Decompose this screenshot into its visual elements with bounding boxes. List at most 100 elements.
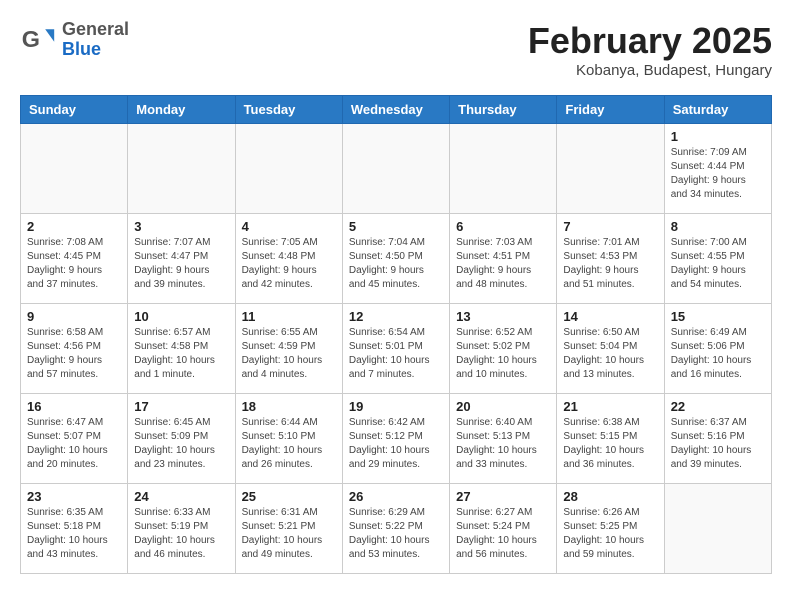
day-number: 23: [27, 489, 121, 504]
day-number: 10: [134, 309, 228, 324]
weekday-header: Saturday: [664, 96, 771, 124]
calendar-day-cell: 21 Sunrise: 6:38 AM Sunset: 5:15 PM Dayli…: [557, 394, 664, 484]
calendar-day-cell: 4 Sunrise: 7:05 AM Sunset: 4:48 PM Daylig…: [235, 214, 342, 304]
calendar-day-cell: 24 Sunrise: 6:33 AM Sunset: 5:19 PM Dayli…: [128, 484, 235, 574]
weekday-header: Thursday: [450, 96, 557, 124]
day-number: 17: [134, 399, 228, 414]
day-info: Sunrise: 6:29 AM Sunset: 5:22 PM Dayligh…: [349, 506, 443, 562]
day-number: 2: [27, 219, 121, 234]
calendar-day-cell: [342, 124, 449, 214]
day-number: 15: [671, 309, 765, 324]
calendar-day-cell: 15 Sunrise: 6:49 AM Sunset: 5:06 PM Dayli…: [664, 304, 771, 394]
day-info: Sunrise: 7:01 AM Sunset: 4:53 PM Dayligh…: [563, 236, 657, 292]
calendar-day-cell: 16 Sunrise: 6:47 AM Sunset: 5:07 PM Dayli…: [21, 394, 128, 484]
day-number: 14: [563, 309, 657, 324]
day-info: Sunrise: 6:42 AM Sunset: 5:12 PM Dayligh…: [349, 416, 443, 472]
calendar-day-cell: 7Sunrise: 7:01 AM Sunset: 4:53 PM Daylig…: [557, 214, 664, 304]
day-info: Sunrise: 6:50 AM Sunset: 5:04 PM Dayligh…: [563, 326, 657, 382]
calendar-day-cell: 14 Sunrise: 6:50 AM Sunset: 5:04 PM Dayli…: [557, 304, 664, 394]
calendar-day-cell: 10 Sunrise: 6:57 AM Sunset: 4:58 PM Dayli…: [128, 304, 235, 394]
calendar-day-cell: 11 Sunrise: 6:55 AM Sunset: 4:59 PM Dayli…: [235, 304, 342, 394]
calendar-day-cell: 25Sunrise: 6:31 AM Sunset: 5:21 PM Dayli…: [235, 484, 342, 574]
day-info: Sunrise: 6:26 AM Sunset: 5:25 PM Dayligh…: [563, 506, 657, 562]
day-info: Sunrise: 7:00 AM Sunset: 4:55 PM Dayligh…: [671, 236, 765, 292]
weekday-header: Monday: [128, 96, 235, 124]
day-number: 20: [456, 399, 550, 414]
day-number: 16: [27, 399, 121, 414]
calendar-day-cell: 3 Sunrise: 7:07 AM Sunset: 4:47 PM Daylig…: [128, 214, 235, 304]
calendar-week-row: 2 Sunrise: 7:08 AM Sunset: 4:45 PM Daylig…: [21, 214, 772, 304]
calendar-day-cell: [235, 124, 342, 214]
location: Kobanya, Budapest, Hungary: [528, 62, 772, 79]
day-number: 18: [242, 399, 336, 414]
calendar-day-cell: 12Sunrise: 6:54 AM Sunset: 5:01 PM Dayli…: [342, 304, 449, 394]
day-info: Sunrise: 6:54 AM Sunset: 5:01 PM Dayligh…: [349, 326, 443, 382]
day-number: 19: [349, 399, 443, 414]
calendar-week-row: 9 Sunrise: 6:58 AM Sunset: 4:56 PM Daylig…: [21, 304, 772, 394]
calendar-week-row: 16 Sunrise: 6:47 AM Sunset: 5:07 PM Dayli…: [21, 394, 772, 484]
calendar-day-cell: [450, 124, 557, 214]
day-number: 22: [671, 399, 765, 414]
day-info: Sunrise: 6:47 AM Sunset: 5:07 PM Dayligh…: [27, 416, 121, 472]
calendar-day-cell: 19 Sunrise: 6:42 AM Sunset: 5:12 PM Dayli…: [342, 394, 449, 484]
calendar-day-cell: [128, 124, 235, 214]
day-info: Sunrise: 6:40 AM Sunset: 5:13 PM Dayligh…: [456, 416, 550, 472]
calendar-day-cell: 5 Sunrise: 7:04 AM Sunset: 4:50 PM Daylig…: [342, 214, 449, 304]
day-info: Sunrise: 6:31 AM Sunset: 5:21 PM Dayligh…: [242, 506, 336, 562]
day-info: Sunrise: 7:04 AM Sunset: 4:50 PM Dayligh…: [349, 236, 443, 292]
day-number: 8: [671, 219, 765, 234]
day-number: 6: [456, 219, 550, 234]
calendar-day-cell: 28 Sunrise: 6:26 AM Sunset: 5:25 PM Dayli…: [557, 484, 664, 574]
calendar-day-cell: 17Sunrise: 6:45 AM Sunset: 5:09 PM Dayli…: [128, 394, 235, 484]
calendar-table: SundayMondayTuesdayWednesdayThursdayFrid…: [20, 95, 772, 574]
day-number: 28: [563, 489, 657, 504]
logo: G General Blue: [20, 20, 129, 60]
calendar-header-row: SundayMondayTuesdayWednesdayThursdayFrid…: [21, 96, 772, 124]
day-number: 3: [134, 219, 228, 234]
day-number: 9: [27, 309, 121, 324]
day-number: 26: [349, 489, 443, 504]
calendar-day-cell: 18 Sunrise: 6:44 AM Sunset: 5:10 PM Dayli…: [235, 394, 342, 484]
day-info: Sunrise: 7:05 AM Sunset: 4:48 PM Dayligh…: [242, 236, 336, 292]
day-info: Sunrise: 6:44 AM Sunset: 5:10 PM Dayligh…: [242, 416, 336, 472]
day-number: 21: [563, 399, 657, 414]
page-header: G General Blue February 2025 Kobanya, Bu…: [20, 20, 772, 79]
day-info: Sunrise: 6:58 AM Sunset: 4:56 PM Dayligh…: [27, 326, 121, 382]
day-info: Sunrise: 6:33 AM Sunset: 5:19 PM Dayligh…: [134, 506, 228, 562]
calendar-day-cell: 23 Sunrise: 6:35 AM Sunset: 5:18 PM Dayli…: [21, 484, 128, 574]
day-info: Sunrise: 6:37 AM Sunset: 5:16 PM Dayligh…: [671, 416, 765, 472]
day-number: 4: [242, 219, 336, 234]
weekday-header: Wednesday: [342, 96, 449, 124]
calendar-day-cell: 20 Sunrise: 6:40 AM Sunset: 5:13 PM Dayli…: [450, 394, 557, 484]
day-info: Sunrise: 6:55 AM Sunset: 4:59 PM Dayligh…: [242, 326, 336, 382]
weekday-header: Tuesday: [235, 96, 342, 124]
calendar-week-row: 23 Sunrise: 6:35 AM Sunset: 5:18 PM Dayli…: [21, 484, 772, 574]
calendar-day-cell: 22 Sunrise: 6:37 AM Sunset: 5:16 PM Dayli…: [664, 394, 771, 484]
day-number: 13: [456, 309, 550, 324]
calendar-day-cell: 6Sunrise: 7:03 AM Sunset: 4:51 PM Daylig…: [450, 214, 557, 304]
day-info: Sunrise: 6:27 AM Sunset: 5:24 PM Dayligh…: [456, 506, 550, 562]
day-number: 11: [242, 309, 336, 324]
day-info: Sunrise: 7:08 AM Sunset: 4:45 PM Dayligh…: [27, 236, 121, 292]
calendar-day-cell: 13 Sunrise: 6:52 AM Sunset: 5:02 PM Dayli…: [450, 304, 557, 394]
day-info: Sunrise: 7:07 AM Sunset: 4:47 PM Dayligh…: [134, 236, 228, 292]
calendar-day-cell: 9 Sunrise: 6:58 AM Sunset: 4:56 PM Daylig…: [21, 304, 128, 394]
day-number: 5: [349, 219, 443, 234]
calendar-day-cell: [557, 124, 664, 214]
calendar-day-cell: 8 Sunrise: 7:00 AM Sunset: 4:55 PM Daylig…: [664, 214, 771, 304]
day-info: Sunrise: 7:09 AM Sunset: 4:44 PM Dayligh…: [671, 146, 765, 202]
calendar-day-cell: [21, 124, 128, 214]
day-info: Sunrise: 6:38 AM Sunset: 5:15 PM Dayligh…: [563, 416, 657, 472]
logo-text: General Blue: [62, 20, 129, 60]
weekday-header: Sunday: [21, 96, 128, 124]
logo-icon: G: [20, 22, 56, 58]
day-number: 24: [134, 489, 228, 504]
calendar-day-cell: 27Sunrise: 6:27 AM Sunset: 5:24 PM Dayli…: [450, 484, 557, 574]
day-info: Sunrise: 6:49 AM Sunset: 5:06 PM Dayligh…: [671, 326, 765, 382]
day-info: Sunrise: 6:35 AM Sunset: 5:18 PM Dayligh…: [27, 506, 121, 562]
day-info: Sunrise: 6:52 AM Sunset: 5:02 PM Dayligh…: [456, 326, 550, 382]
logo-general: General: [62, 20, 129, 40]
day-number: 1: [671, 129, 765, 144]
month-title: February 2025: [528, 20, 772, 62]
day-info: Sunrise: 6:57 AM Sunset: 4:58 PM Dayligh…: [134, 326, 228, 382]
